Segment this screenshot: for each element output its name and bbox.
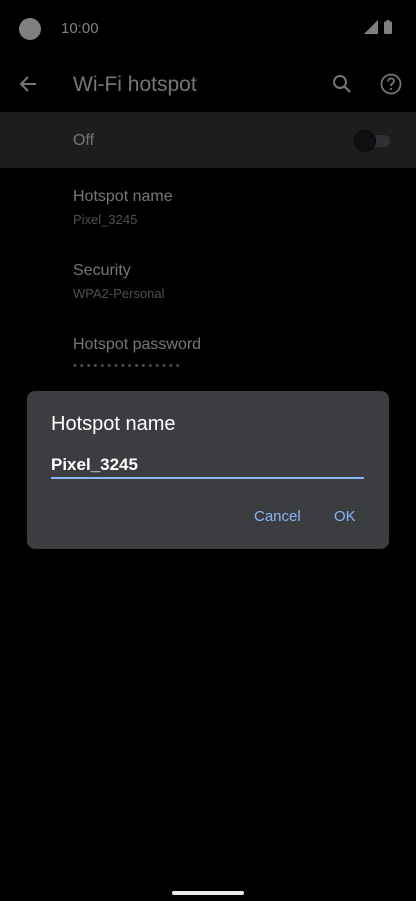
- input-underline: [51, 477, 364, 479]
- dialog-title: Hotspot name: [51, 413, 176, 435]
- ok-button[interactable]: OK: [334, 508, 356, 525]
- hotspot-name-dialog: Hotspot name Cancel OK: [27, 391, 389, 549]
- home-gesture-pill[interactable]: [172, 891, 244, 895]
- screen: 10:00 Wi-Fi hotspot Off Hotspot name Pix…: [0, 0, 416, 901]
- hotspot-name-input[interactable]: [51, 451, 364, 479]
- cancel-button[interactable]: Cancel: [254, 508, 301, 525]
